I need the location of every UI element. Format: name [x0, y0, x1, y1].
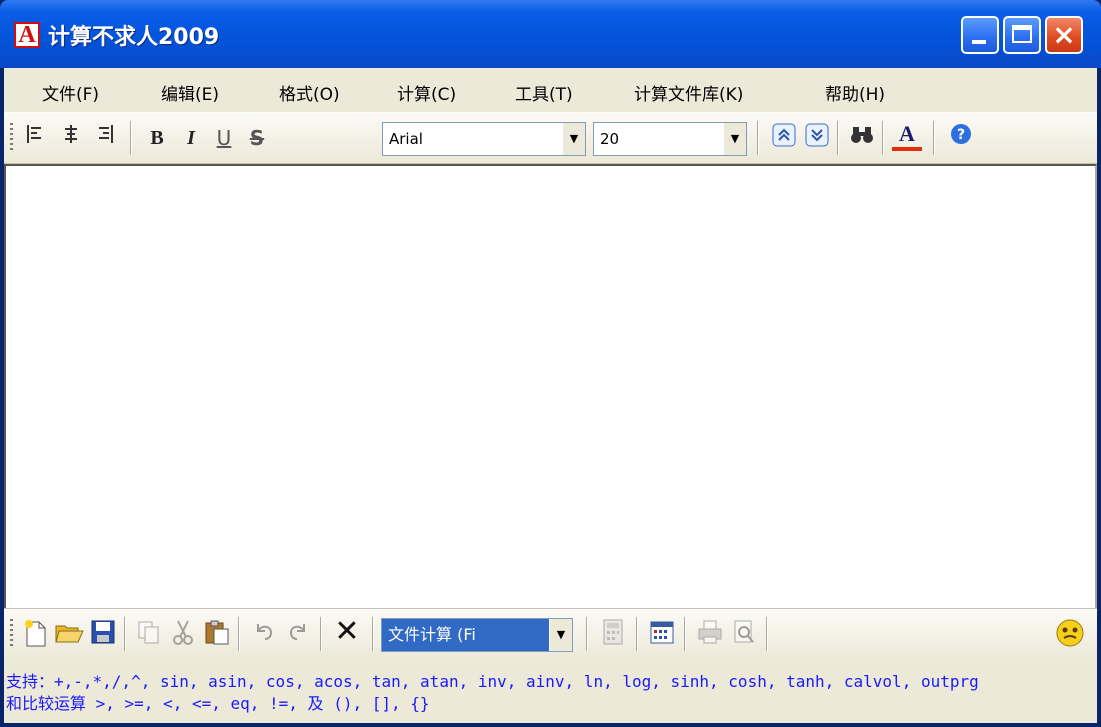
toolbar-separator: [238, 617, 240, 651]
title-bar[interactable]: A 计算不求人2009 ×: [0, 0, 1101, 68]
toolbar-separator: [130, 121, 132, 155]
toolbar-separator: [636, 617, 638, 651]
print-icon[interactable]: [695, 618, 725, 648]
maximize-icon: [1012, 25, 1032, 43]
font-size-value: 20: [600, 130, 620, 148]
paste-icon[interactable]: [202, 618, 232, 648]
redo-icon[interactable]: [283, 618, 313, 648]
toolbar-separator: [757, 121, 759, 155]
find-icon[interactable]: [847, 123, 877, 153]
menu-bar: 文件(F) 编辑(E) 格式(O) 计算(C) 工具(T) 计算文件库(K) 帮…: [4, 68, 1097, 112]
toolbar-separator: [766, 617, 768, 651]
scroll-up-icon[interactable]: [769, 123, 799, 153]
menu-tools[interactable]: 工具(T): [515, 80, 573, 105]
close-icon: ×: [1052, 18, 1076, 51]
italic-icon[interactable]: I: [176, 123, 206, 153]
maximize-button[interactable]: [1003, 16, 1041, 54]
chevron-down-icon[interactable]: ▼: [562, 123, 585, 155]
toolbar-separator: [372, 617, 374, 651]
menu-help[interactable]: 帮助(H): [825, 80, 885, 105]
menu-calculate[interactable]: 计算(C): [397, 80, 456, 105]
toolbar-separator: [124, 617, 126, 651]
open-folder-icon[interactable]: [54, 618, 84, 648]
calculator-icon[interactable]: [598, 618, 628, 648]
menu-format[interactable]: 格式(O): [279, 80, 340, 105]
align-left-icon[interactable]: [20, 123, 50, 153]
calc-mode-value: 文件计算 (Fi: [388, 625, 476, 644]
font-color-icon[interactable]: A: [892, 121, 922, 151]
menu-edit[interactable]: 编辑(E): [161, 80, 219, 105]
editor-area[interactable]: [4, 164, 1097, 664]
toolbar-separator: [684, 617, 686, 651]
toolbar-separator: [837, 121, 839, 155]
undo-icon[interactable]: [249, 618, 279, 648]
print-preview-icon[interactable]: [729, 618, 759, 648]
strikethrough-icon[interactable]: S: [242, 123, 272, 153]
bold-icon[interactable]: B: [142, 123, 172, 153]
minimize-button[interactable]: [961, 16, 999, 54]
status-compare-ops: 和比较运算 >, >=, <, <=, eq, !=, 及 (), [], {}: [6, 694, 430, 713]
chevron-down-icon[interactable]: ▼: [723, 123, 746, 155]
calc-mode-select[interactable]: 文件计算 (Fi ▼: [381, 618, 573, 652]
toolbar-separator: [586, 617, 588, 651]
font-size-select[interactable]: 20 ▼: [593, 122, 747, 156]
close-button[interactable]: ×: [1045, 16, 1083, 54]
toolbar-separator: [882, 121, 884, 155]
client-area: 文件(F) 编辑(E) 格式(O) 计算(C) 工具(T) 计算文件库(K) 帮…: [4, 68, 1097, 723]
copy-icon[interactable]: [134, 618, 164, 648]
status-supported-ops: 支持：+,-,*,/,^, sin, asin, cos, acos, tan,…: [6, 672, 979, 691]
smiley-icon[interactable]: [1054, 617, 1084, 647]
status-bar: 支持：+,-,*,/,^, sin, asin, cos, acos, tan,…: [4, 660, 1097, 723]
font-name-value: Arial: [389, 130, 423, 148]
cut-icon[interactable]: [168, 618, 198, 648]
font-name-select[interactable]: Arial ▼: [382, 122, 586, 156]
window-title: 计算不求人2009: [48, 25, 220, 50]
align-center-icon[interactable]: [56, 123, 86, 153]
underline-icon[interactable]: U: [209, 123, 239, 153]
calendar-icon[interactable]: [647, 618, 677, 648]
svg-text:?: ?: [957, 127, 965, 143]
minimize-icon: [972, 40, 986, 44]
menu-file[interactable]: 文件(F): [42, 80, 99, 105]
new-file-icon[interactable]: [20, 618, 50, 648]
help-icon[interactable]: ?: [946, 123, 976, 153]
toolbar-separator: [933, 121, 935, 155]
app-window: A 计算不求人2009 × 文件(F) 编辑(E) 格式(O) 计算(C) 工具…: [0, 0, 1101, 727]
app-icon: A: [14, 22, 40, 48]
standard-toolbar: ✕ 文件计算 (Fi ▼: [4, 608, 1097, 660]
align-right-icon[interactable]: [90, 123, 120, 153]
delete-icon[interactable]: ✕: [332, 617, 362, 647]
save-icon[interactable]: [88, 618, 118, 648]
toolbar-grip[interactable]: [10, 123, 13, 153]
toolbar-grip[interactable]: [10, 619, 13, 649]
scroll-down-icon[interactable]: [802, 123, 832, 153]
toolbar-separator: [320, 617, 322, 651]
menu-calc-library[interactable]: 计算文件库(K): [634, 80, 743, 105]
format-toolbar: B I U S Arial ▼ 20 ▼ A ?: [4, 112, 1097, 164]
chevron-down-icon[interactable]: ▼: [549, 619, 572, 651]
